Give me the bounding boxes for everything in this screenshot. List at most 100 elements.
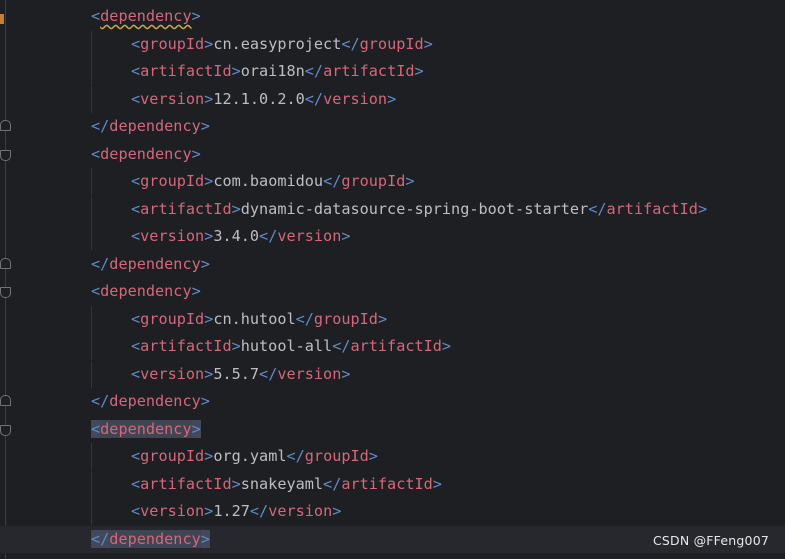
code-line[interactable]: </dependency>	[0, 251, 785, 278]
code-line[interactable]: <dependency>	[0, 3, 785, 30]
xml-tag-group: <version>3.4.0</version>	[131, 223, 351, 250]
tag-close-bracket: >	[191, 419, 201, 438]
tag-close-bracket: >	[231, 337, 241, 355]
tag-name: version	[140, 227, 205, 245]
tag-close-bracket: >	[341, 227, 351, 245]
xml-tag-group: </dependency>	[91, 526, 210, 553]
tag-open-bracket: </	[91, 117, 110, 135]
tag-close-bracket: >	[204, 227, 214, 245]
tag-open-bracket: <	[131, 447, 141, 465]
tag-open-bracket: </	[304, 89, 324, 108]
tag-open-bracket: <	[131, 89, 141, 108]
tag-close-bracket: >	[423, 34, 433, 53]
code-line[interactable]: </dependency>	[0, 388, 785, 415]
tag-name: artifactId	[341, 474, 433, 493]
tag-open-bracket: <	[131, 62, 141, 80]
tag-name: groupId	[140, 34, 205, 53]
tag-close-bracket: >	[332, 502, 342, 520]
code-line[interactable]: <version>12.1.0.2.0</version>	[0, 85, 785, 113]
tag-close-bracket: >	[441, 337, 452, 355]
indent-guide	[91, 333, 92, 360]
tag-open-bracket: </	[249, 502, 269, 520]
tag-open-bracket: </	[91, 392, 110, 410]
tag-close-bracket: >	[377, 309, 388, 328]
tag-name: groupId	[341, 172, 406, 190]
xml-tag-group: <groupId>com.baomidou</groupId>	[131, 168, 415, 195]
code-line[interactable]: <groupId>cn.easyproject</groupId>	[0, 30, 785, 58]
tag-open-bracket: <	[91, 282, 101, 300]
code-line[interactable]: <version>1.27</version>	[0, 498, 785, 525]
watermark: CSDN @FFeng007	[652, 533, 769, 548]
tag-close-bracket: >	[341, 364, 351, 383]
tag-open-bracket: </	[304, 62, 324, 80]
tag-open-bracket: </	[286, 447, 305, 465]
xml-tag-group: <version>1.27</version>	[131, 498, 341, 525]
tag-close-bracket: >	[200, 529, 210, 548]
tag-name: version	[140, 502, 205, 520]
tag-open-bracket: </	[295, 309, 314, 328]
indent-guide	[91, 470, 92, 498]
tag-name: dependency	[100, 144, 192, 163]
tag-open-bracket: <	[131, 502, 141, 520]
code-line[interactable]: <groupId>cn.hutool</groupId>	[0, 305, 785, 333]
indent-guide	[91, 223, 92, 250]
code-line[interactable]: <artifactId>orai18n</artifactId>	[0, 58, 785, 85]
code-line[interactable]: <dependency>	[0, 278, 785, 305]
tag-value: orai18n	[240, 62, 305, 80]
code-line[interactable]: <version>3.4.0</version>	[0, 223, 785, 250]
xml-tag-group: <dependency>	[91, 416, 201, 443]
tag-name: dependency	[109, 529, 201, 548]
xml-tag-group: <version>12.1.0.2.0</version>	[131, 86, 396, 113]
tag-open-bracket: </	[91, 254, 110, 273]
tag-value: 5.5.7	[213, 364, 260, 383]
tag-close-bracket: >	[191, 282, 201, 300]
code-line[interactable]: <groupId>com.baomidou</groupId>	[0, 168, 785, 195]
tag-open-bracket: <	[91, 419, 101, 438]
indent-guide	[91, 168, 92, 195]
tag-open-bracket: <	[131, 199, 141, 218]
tag-name: dependency	[100, 282, 192, 300]
code-line[interactable]: </dependency>	[0, 113, 785, 140]
code-line[interactable]: <artifactId>snakeyaml</artifactId>	[0, 470, 785, 498]
tag-open-bracket: <	[131, 309, 141, 328]
tag-open-bracket: <	[91, 7, 101, 25]
tag-value: 3.4.0	[213, 227, 260, 245]
code-line[interactable]: <artifactId>hutool-all</artifactId>	[0, 333, 785, 360]
tag-close-bracket: >	[204, 89, 214, 108]
tag-name: version	[268, 502, 333, 520]
tag-open-bracket: <	[131, 337, 141, 355]
tag-close-bracket: >	[200, 117, 210, 135]
tag-open-bracket: </	[341, 34, 360, 53]
tag-name: artifactId	[606, 199, 698, 218]
xml-tag-group: <dependency>	[91, 278, 201, 305]
code-line[interactable]: <groupId>org.yaml</groupId>	[0, 443, 785, 470]
xml-tag-group: <artifactId>orai18n</artifactId>	[131, 58, 424, 85]
code-line[interactable]: <dependency>	[0, 416, 785, 443]
code-editor[interactable]: <dependency> <groupId>cn.easyproject</gro…	[0, 0, 785, 559]
tag-close-bracket: >	[200, 254, 210, 273]
tag-name: dependency	[100, 7, 192, 25]
tag-name: artifactId	[140, 337, 232, 355]
tag-close-bracket: >	[387, 89, 397, 108]
code-line[interactable]: <dependency>	[0, 141, 785, 168]
tag-name: artifactId	[140, 62, 232, 80]
indent-guide	[91, 305, 92, 333]
tag-value: com.baomidou	[213, 172, 324, 190]
code-line[interactable]: <version>5.5.7</version>	[0, 360, 785, 388]
tag-close-bracket: >	[204, 502, 214, 520]
tag-close-bracket: >	[697, 199, 708, 218]
indent-guide	[91, 85, 92, 113]
tag-close-bracket: >	[204, 447, 214, 465]
indent-guide	[91, 443, 92, 470]
tag-name: version	[323, 89, 388, 108]
tag-name: artifactId	[140, 474, 232, 493]
tag-name: dependency	[109, 254, 201, 273]
code-line[interactable]: <artifactId>dynamic-datasource-spring-bo…	[0, 195, 785, 223]
xml-tag-group: <dependency>	[91, 141, 201, 168]
tag-value: cn.hutool	[213, 309, 296, 328]
xml-tag-group: </dependency>	[91, 251, 210, 278]
indent-guide	[91, 30, 92, 58]
xml-tag-group: <groupId>org.yaml</groupId>	[131, 443, 378, 470]
xml-tag-group: <artifactId>snakeyaml</artifactId>	[131, 471, 442, 498]
tag-open-bracket: </	[588, 199, 607, 218]
